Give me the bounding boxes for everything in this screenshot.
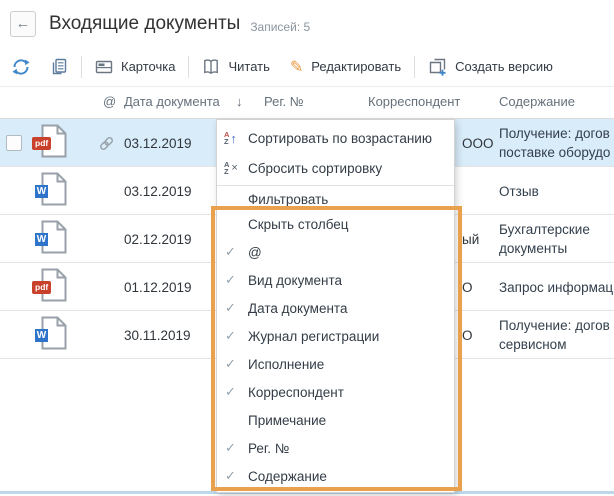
- check-icon: ✓: [225, 272, 236, 287]
- check-icon: ✓: [225, 300, 236, 315]
- menu-item-label: Дата документа: [248, 300, 348, 316]
- menu-item-filter[interactable]: Фильтровать: [217, 188, 454, 210]
- check-icon: ✓: [225, 328, 236, 343]
- row-checkbox[interactable]: [6, 135, 22, 151]
- pdf-document-icon: pdf: [32, 124, 74, 162]
- date-cell: 02.12.2019: [124, 231, 192, 247]
- menu-item-toggle-note[interactable]: Примечание: [217, 406, 454, 434]
- menu-item-label: Примечание: [248, 412, 327, 428]
- toolbar-separator: [414, 55, 416, 78]
- content-cell: Получение: догов сервисном: [499, 318, 610, 352]
- column-header-reg[interactable]: Рег. №: [264, 94, 304, 109]
- menu-item-sort-ascending[interactable]: AZ ↑ Сортировать по возрастанию: [217, 123, 454, 153]
- create-version-label: Создать версию: [455, 59, 553, 74]
- check-icon: ✓: [225, 440, 236, 455]
- copy-button[interactable]: [40, 52, 78, 82]
- column-context-menu: AZ ↑ Сортировать по возрастанию AZ × Сбр…: [216, 119, 455, 493]
- content-cell: Бухгалтерские документы: [499, 222, 590, 256]
- menu-item-toggle-content[interactable]: ✓ Содержание: [217, 462, 454, 490]
- menu-item-toggle-journal[interactable]: ✓ Журнал регистрации: [217, 322, 454, 350]
- create-version-icon: [428, 57, 447, 76]
- word-document-icon: W: [32, 172, 74, 210]
- create-version-button[interactable]: Создать версию: [418, 52, 563, 82]
- check-icon: ✓: [225, 244, 236, 259]
- toolbar-separator: [81, 55, 82, 78]
- menu-item-toggle-at[interactable]: ✓ @: [217, 238, 454, 266]
- column-header-at[interactable]: @: [103, 94, 116, 109]
- card-label: Карточка: [121, 59, 176, 74]
- column-header-content[interactable]: Содержание: [499, 94, 575, 109]
- menu-item-label: Рег. №: [248, 440, 290, 456]
- menu-item-toggle-correspondent[interactable]: ✓ Корреспондент: [217, 378, 454, 406]
- reset-sort-icon: AZ ×: [224, 160, 238, 176]
- word-badge: W: [35, 329, 48, 342]
- check-icon: ✓: [225, 384, 236, 399]
- read-button[interactable]: Читать: [192, 52, 279, 82]
- date-cell: 01.12.2019: [124, 279, 192, 295]
- link-icon: [98, 135, 115, 152]
- page-title: Входящие документы: [49, 12, 241, 34]
- menu-item-toggle-doc-type[interactable]: ✓ Вид документа: [217, 266, 454, 294]
- pdf-document-icon: pdf: [32, 268, 74, 306]
- book-icon: [202, 58, 220, 76]
- pdf-badge: pdf: [32, 137, 52, 150]
- content-cell: Отзыв: [499, 183, 539, 199]
- correspondent-cell: О: [462, 279, 473, 295]
- menu-item-toggle-reg-number[interactable]: ✓ Рег. №: [217, 434, 454, 462]
- toolbar-separator: [188, 55, 190, 78]
- word-document-icon: W: [32, 316, 74, 354]
- menu-item-toggle-doc-date[interactable]: ✓ Дата документа: [217, 294, 454, 322]
- word-badge: W: [35, 233, 48, 246]
- sort-descending-icon[interactable]: ↓: [236, 94, 243, 109]
- card-icon: [95, 58, 113, 76]
- edit-button[interactable]: ✎ Редактировать: [280, 52, 411, 82]
- correspondent-cell: ый: [462, 231, 480, 247]
- sort-ascending-icon: AZ ↑: [224, 130, 237, 146]
- menu-item-hide-column[interactable]: Скрыть столбец: [217, 210, 454, 238]
- incoming-documents-window: ← Входящие документы Записей: 5 Карточка…: [0, 0, 614, 496]
- content-cell: Получение: догов поставке оборудо: [499, 126, 611, 160]
- correspondent-cell: О: [462, 327, 473, 343]
- refresh-button[interactable]: [2, 52, 40, 82]
- pdf-badge: pdf: [32, 281, 52, 294]
- correspondent-cell: ООО: [462, 135, 494, 151]
- menu-separator: [217, 185, 454, 186]
- copy-icon: [50, 58, 68, 76]
- check-icon: ✓: [225, 468, 236, 483]
- menu-item-label: Сортировать по возрастанию: [248, 130, 432, 146]
- table-header: @ Дата документа ↓ Рег. № Корреспондент …: [0, 87, 614, 119]
- card-button[interactable]: Карточка: [85, 52, 185, 82]
- pencil-icon: ✎: [289, 58, 304, 76]
- page-header: ← Входящие документы Записей: 5: [0, 0, 614, 47]
- menu-item-label: Исполнение: [248, 356, 325, 372]
- check-icon: ✓: [225, 356, 236, 371]
- records-count: Записей: 5: [250, 20, 311, 34]
- column-header-correspondent[interactable]: Корреспондент: [368, 94, 460, 109]
- back-arrow-icon: ←: [15, 15, 31, 32]
- menu-item-label: Фильтровать: [248, 191, 329, 207]
- word-badge: W: [35, 185, 48, 198]
- word-document-icon: W: [32, 220, 74, 258]
- content-cell: Запрос информац: [499, 279, 614, 295]
- edit-label: Редактировать: [311, 59, 402, 74]
- menu-item-label: @: [248, 244, 262, 260]
- menu-item-label: Скрыть столбец: [248, 216, 349, 232]
- read-label: Читать: [228, 59, 270, 74]
- menu-item-label: Сбросить сортировку: [248, 160, 383, 176]
- menu-item-label: Содержание: [248, 468, 327, 484]
- menu-item-label: Корреспондент: [248, 384, 344, 400]
- menu-item-label: Вид документа: [248, 272, 342, 288]
- menu-item-toggle-execution[interactable]: ✓ Исполнение: [217, 350, 454, 378]
- toolbar: Карточка Читать ✎ Редактировать Создать …: [0, 47, 614, 87]
- refresh-icon: [12, 58, 30, 76]
- date-cell: 30.11.2019: [124, 327, 191, 343]
- date-cell: 03.12.2019: [124, 183, 192, 199]
- date-cell: 03.12.2019: [124, 135, 192, 151]
- menu-item-reset-sort[interactable]: AZ × Сбросить сортировку: [217, 153, 454, 183]
- column-header-date[interactable]: Дата документа: [124, 94, 220, 109]
- menu-item-label: Журнал регистрации: [248, 328, 380, 344]
- back-button[interactable]: ←: [10, 10, 36, 37]
